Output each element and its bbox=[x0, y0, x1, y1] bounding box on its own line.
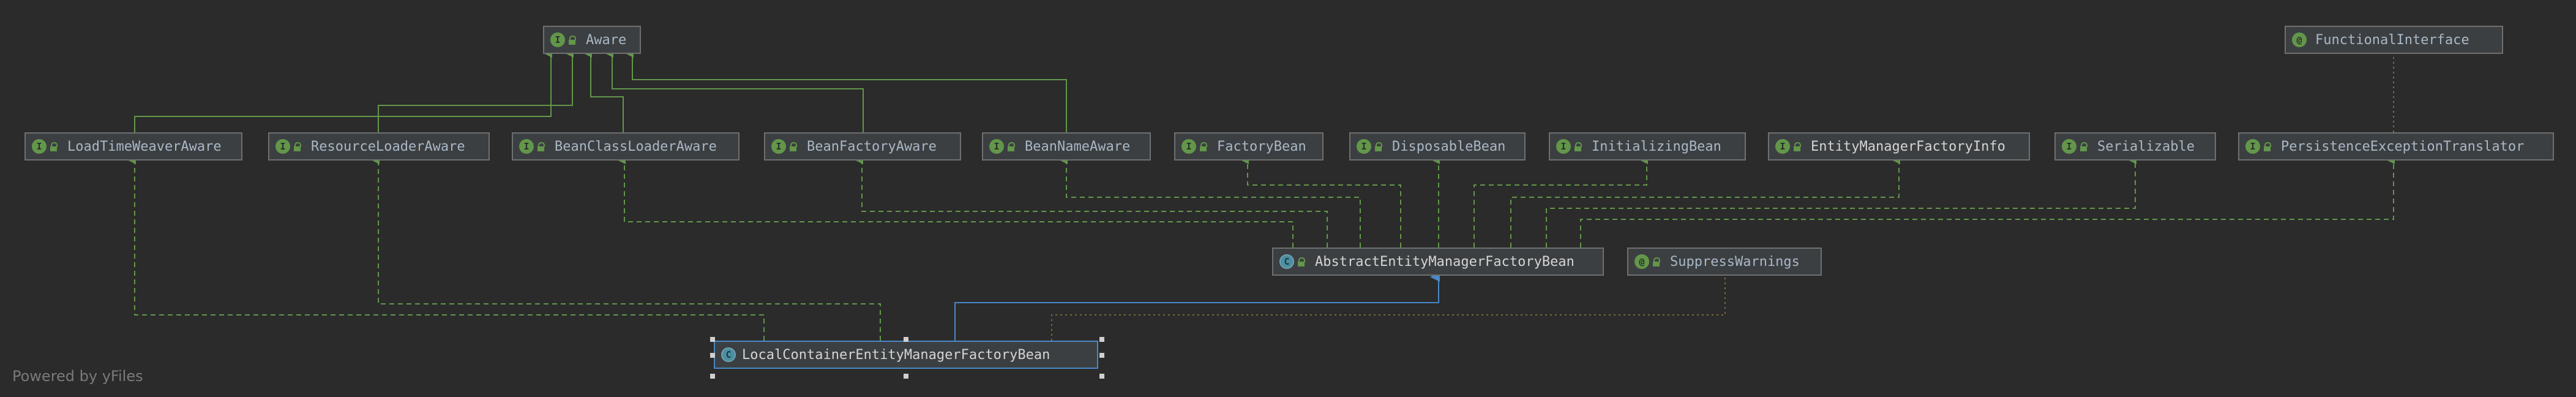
selection-handle-top-right[interactable] bbox=[1099, 337, 1104, 342]
node-local-container-entity-manager-factory-bean[interactable]: C LocalContainerEntityManagerFactoryBean bbox=[714, 341, 1098, 369]
node-abstract-entity-manager-factory-bean[interactable]: C AbstractEntityManagerFactoryBean bbox=[1272, 248, 1604, 276]
node-label: LoadTimeWeaverAware bbox=[67, 138, 222, 154]
abstract-class-icon: C bbox=[1279, 254, 1294, 269]
edge-abstract-to-entitymanagerfactoryinfo bbox=[1510, 157, 1900, 248]
edge-abstract-to-factorybean bbox=[1241, 157, 1401, 248]
edge-local-to-suppresswarnings bbox=[1051, 277, 1726, 341]
selection-handle-bottom-left[interactable] bbox=[710, 374, 715, 379]
lock-icon bbox=[1199, 139, 1208, 154]
selection-handle-middle-left[interactable] bbox=[710, 353, 715, 358]
node-label: BeanClassLoaderAware bbox=[555, 138, 717, 154]
interface-icon: I bbox=[1357, 139, 1371, 154]
annotation-icon: @ bbox=[1634, 254, 1649, 269]
lock-icon bbox=[1573, 139, 1583, 154]
edge-loadtimeweaveraware-to-aware bbox=[134, 50, 552, 132]
edge-beanclassloaderaware-to-aware bbox=[585, 50, 624, 132]
node-label: LocalContainerEntityManagerFactoryBean bbox=[742, 347, 1050, 363]
node-disposable-bean[interactable]: I DisposableBean bbox=[1349, 132, 1526, 161]
interface-icon: I bbox=[2062, 139, 2076, 154]
interface-icon: I bbox=[550, 32, 565, 47]
node-factory-bean[interactable]: I FactoryBean bbox=[1174, 132, 1324, 161]
edge-abstract-to-initializingbean bbox=[1473, 157, 1648, 248]
lock-icon bbox=[567, 32, 577, 47]
node-initializing-bean[interactable]: I InitializingBean bbox=[1549, 132, 1746, 161]
selection-handle-top-left[interactable] bbox=[710, 337, 715, 342]
node-persistence-exception-translator[interactable]: I PersistenceExceptionTranslator bbox=[2238, 132, 2554, 161]
selection-handle-bottom-center[interactable] bbox=[904, 374, 908, 379]
node-bean-factory-aware[interactable]: I BeanFactoryAware bbox=[764, 132, 961, 161]
lock-icon bbox=[1006, 139, 1016, 154]
node-serializable[interactable]: I Serializable bbox=[2054, 132, 2216, 161]
edge-beanfactoryaware-to-aware bbox=[606, 50, 864, 132]
interface-icon: I bbox=[989, 139, 1004, 154]
edge-abstract-to-beanfactoryaware bbox=[856, 157, 1328, 248]
interface-icon: I bbox=[2245, 139, 2260, 154]
node-bean-name-aware[interactable]: I BeanNameAware bbox=[982, 132, 1151, 161]
node-label: InitializingBean bbox=[1592, 138, 1721, 154]
annotation-icon: @ bbox=[2292, 32, 2307, 47]
node-aware[interactable]: I Aware bbox=[543, 26, 641, 54]
lock-icon bbox=[2079, 139, 2089, 154]
interface-icon: I bbox=[519, 139, 534, 154]
node-label: PersistenceExceptionTranslator bbox=[2281, 138, 2525, 154]
lock-icon bbox=[536, 139, 546, 154]
abstract-implements-edges bbox=[618, 157, 2395, 248]
lock-icon bbox=[49, 139, 59, 154]
edge-local-to-resourceloaderaware bbox=[372, 157, 881, 341]
lock-icon bbox=[2263, 139, 2272, 154]
lock-icon bbox=[293, 139, 302, 154]
interface-icon: I bbox=[1181, 139, 1196, 154]
edge-abstract-to-beannameaware bbox=[1060, 157, 1361, 248]
uml-diagram-canvas bbox=[129, 50, 2395, 341]
lock-icon bbox=[1297, 254, 1306, 269]
powered-by-label: Powered by yFiles bbox=[12, 368, 143, 385]
node-label: FactoryBean bbox=[1217, 138, 1306, 154]
edge-local-to-loadtimeweaveraware bbox=[129, 157, 765, 341]
node-label: Serializable bbox=[2097, 138, 2195, 154]
interface-icon: I bbox=[32, 139, 47, 154]
selection-handle-middle-right[interactable] bbox=[1099, 353, 1104, 358]
edge-beannameaware-to-aware bbox=[626, 50, 1067, 132]
interface-icon: I bbox=[1556, 139, 1571, 154]
node-label: FunctionalInterface bbox=[2315, 32, 2469, 48]
node-label: ResourceLoaderAware bbox=[311, 138, 465, 154]
edge-abstract-to-beanclassloaderaware bbox=[618, 157, 1294, 248]
edge-abstract-to-serializable bbox=[1546, 157, 2136, 248]
node-label: BeanFactoryAware bbox=[807, 138, 937, 154]
interface-icon: I bbox=[771, 139, 786, 154]
selection-handle-bottom-right[interactable] bbox=[1099, 374, 1104, 379]
selection-handle-top-center[interactable] bbox=[904, 337, 908, 342]
lock-icon bbox=[1792, 139, 1802, 154]
edge-local-extends-abstract bbox=[954, 272, 1440, 341]
node-label: DisposableBean bbox=[1392, 138, 1506, 154]
node-label: Aware bbox=[586, 32, 627, 48]
edge-resourceloaderaware-to-aware bbox=[378, 50, 574, 132]
local-implements-edges bbox=[129, 157, 881, 341]
interface-icon: I bbox=[1775, 139, 1790, 154]
class-icon: C bbox=[721, 347, 736, 362]
lock-icon bbox=[1374, 139, 1383, 154]
lock-icon bbox=[1652, 254, 1661, 269]
node-label: EntityManagerFactoryInfo bbox=[1811, 138, 2005, 154]
interface-icon: I bbox=[275, 139, 290, 154]
node-label: BeanNameAware bbox=[1025, 138, 1131, 154]
lock-icon bbox=[788, 139, 798, 154]
node-label: AbstractEntityManagerFactoryBean bbox=[1315, 254, 1574, 270]
node-load-time-weaver-aware[interactable]: I LoadTimeWeaverAware bbox=[24, 132, 242, 161]
node-resource-loader-aware[interactable]: I ResourceLoaderAware bbox=[268, 132, 490, 161]
edge-abstract-to-persistenceexceptiontranslator bbox=[1580, 157, 2395, 248]
node-functional-interface[interactable]: @ FunctionalInterface bbox=[2285, 26, 2503, 54]
node-label: SuppressWarnings bbox=[1670, 254, 1800, 270]
node-entity-manager-factory-info[interactable]: I EntityManagerFactoryInfo bbox=[1768, 132, 2030, 161]
node-bean-class-loader-aware[interactable]: I BeanClassLoaderAware bbox=[512, 132, 739, 161]
aware-inheritance-edges bbox=[134, 50, 1067, 132]
node-suppress-warnings[interactable]: @ SuppressWarnings bbox=[1627, 248, 1822, 276]
